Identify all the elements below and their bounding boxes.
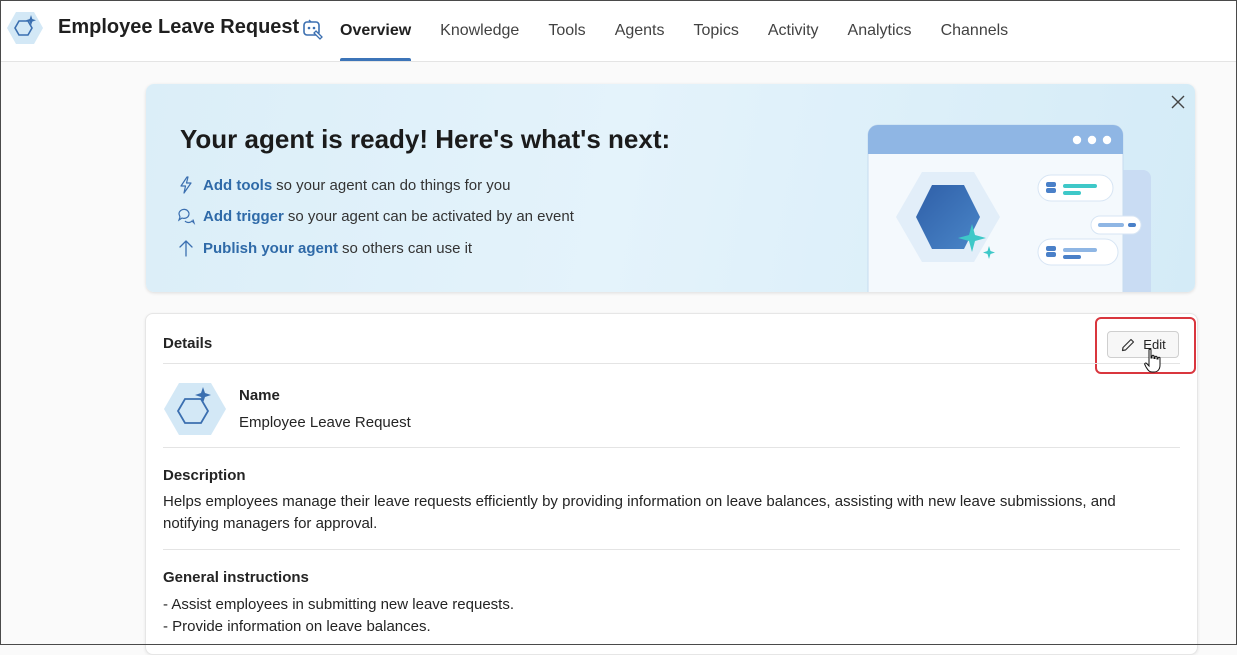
- instruction-line: - Assist employees in submitting new lea…: [163, 596, 514, 613]
- agent-illustration: [867, 124, 1151, 292]
- add-trigger-link[interactable]: Add trigger: [203, 208, 284, 225]
- hand-cursor-icon: [1144, 348, 1161, 373]
- tab-channels[interactable]: Channels: [941, 0, 1009, 61]
- divider: [163, 549, 1180, 550]
- banner-item-text: so your agent can do things for you: [276, 176, 511, 194]
- name-value: Employee Leave Request: [239, 414, 411, 431]
- name-label: Name: [239, 387, 280, 404]
- description-value: Helps employees manage their leave reque…: [163, 493, 1116, 532]
- copilot-bot-icon[interactable]: [302, 18, 324, 40]
- tab-knowledge[interactable]: Knowledge: [440, 0, 519, 61]
- edit-button[interactable]: Edit: [1107, 331, 1179, 358]
- instructions-label: General instructions: [163, 569, 309, 586]
- tab-overview[interactable]: Overview: [340, 0, 412, 61]
- agent-avatar-icon: [164, 383, 226, 435]
- next-steps-banner: Your agent is ready! Here's what's next:…: [146, 84, 1195, 292]
- close-icon[interactable]: [1170, 94, 1186, 110]
- banner-item-publish: Publish your agent so others can use it: [176, 236, 472, 260]
- divider: [163, 363, 1180, 364]
- banner-item-add-trigger: Add trigger so your agent can be activat…: [176, 204, 574, 228]
- banner-title: Your agent is ready! Here's what's next:: [180, 124, 671, 154]
- tab-bar: Overview Knowledge Tools Agents Topics A…: [340, 0, 1037, 61]
- details-title: Details: [163, 335, 213, 352]
- instruction-line: - Provide information on leave balances.: [163, 618, 431, 635]
- description-label: Description: [163, 467, 246, 484]
- banner-item-text: so others can use it: [342, 239, 473, 257]
- pencil-icon: [1122, 338, 1135, 351]
- publish-agent-link[interactable]: Publish your agent: [203, 240, 338, 257]
- arrow-up-icon: [179, 240, 193, 257]
- top-bar: Employee Leave Request Overview Knowledg…: [0, 0, 1237, 62]
- page-title: Employee Leave Request: [58, 16, 300, 38]
- add-tools-link[interactable]: Add tools: [203, 177, 272, 194]
- chat-bubbles-icon: [177, 208, 196, 226]
- details-card: Details Edit Name Employee Leave Request…: [145, 313, 1198, 655]
- lightning-icon: [180, 176, 192, 194]
- tab-activity[interactable]: Activity: [768, 0, 819, 61]
- agent-logo-icon: [7, 12, 43, 44]
- tab-topics[interactable]: Topics: [694, 0, 739, 61]
- divider: [163, 447, 1180, 448]
- banner-item-add-tools: Add tools so your agent can do things fo…: [176, 173, 510, 197]
- tab-analytics[interactable]: Analytics: [848, 0, 912, 61]
- banner-item-text: so your agent can be activated by an eve…: [287, 207, 574, 225]
- tab-agents[interactable]: Agents: [615, 0, 665, 61]
- tab-tools[interactable]: Tools: [548, 0, 585, 61]
